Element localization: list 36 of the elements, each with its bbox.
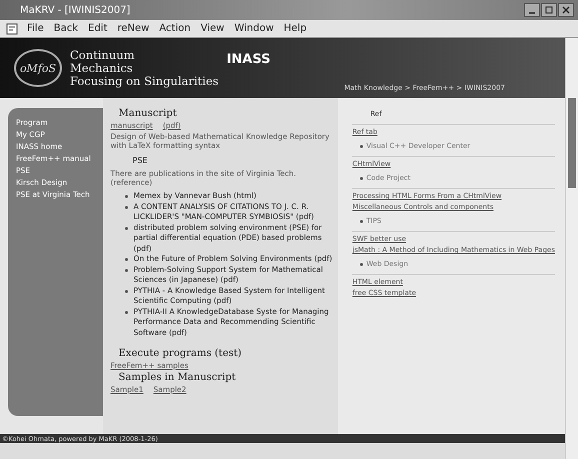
menu-item[interactable]: Window [229,23,279,34]
section-heading: Manuscript [118,108,178,119]
site-tagline: Continuum [70,48,136,62]
bullet-icon [124,206,128,208]
menu-item[interactable]: File [22,23,49,34]
menu-item[interactable]: Back [48,23,84,34]
bullet-icon [124,310,128,314]
bullet-icon [360,262,364,266]
bullet-icon [360,144,364,148]
bullet-icon [360,220,364,222]
menu-item[interactable]: View [196,23,230,34]
logo-badge: oMfoS [14,49,62,87]
menu-item[interactable]: Help [278,23,312,34]
minimize-button[interactable] [524,3,540,17]
site-tagline: Mechanics [70,62,134,74]
bullet-icon [360,176,364,180]
close-button[interactable] [558,3,574,17]
maximize-icon [545,6,553,14]
menu-item[interactable]: reNew [112,23,154,34]
subsection-heading: PSE [132,156,148,165]
section-heading: Samples in Manuscript [118,372,237,383]
window-title: MaKRV - [IWINIS2007] [20,4,130,16]
bullet-icon [124,226,128,230]
maximize-button[interactable] [541,3,557,17]
bullet-icon [124,268,128,272]
section-heading: Execute programs (test) [118,348,243,359]
bullet-icon [124,195,128,198]
close-icon [562,6,570,14]
app-icon [6,22,18,34]
menu-item[interactable]: Edit [83,23,112,34]
bullet-icon [124,290,128,292]
site-name: INASS [226,52,270,67]
menu-item[interactable]: Action [154,23,196,34]
scrollbar[interactable] [565,38,578,459]
bullet-icon [124,258,128,261]
site-tagline: Focusing on Singularities [70,74,219,88]
